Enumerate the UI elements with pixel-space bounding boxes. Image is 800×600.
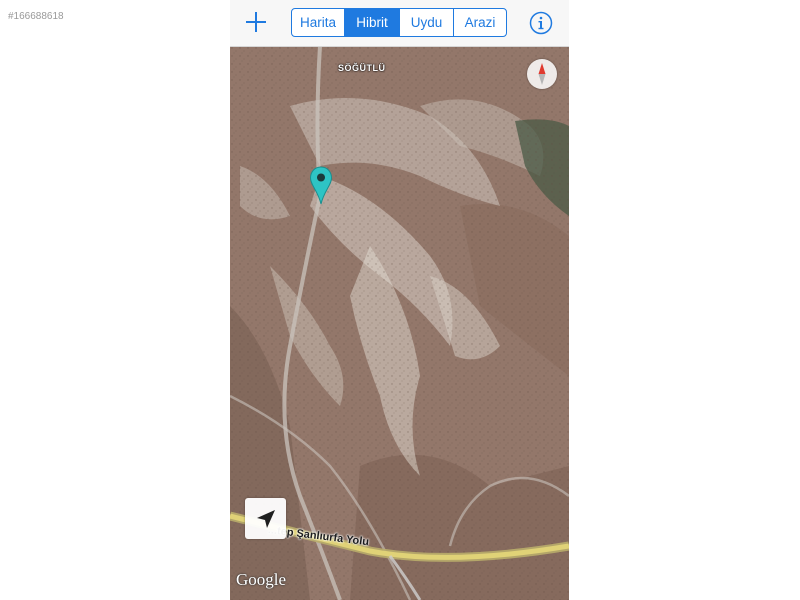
location-pin[interactable]: [309, 166, 333, 206]
add-button[interactable]: [244, 10, 268, 34]
map-type-selector: Harita Hibrit Uydu Arazi: [291, 8, 507, 37]
location-pin-icon: [309, 166, 333, 205]
compass-icon: [538, 63, 546, 85]
map-type-uydu[interactable]: Uydu: [400, 9, 454, 36]
map-type-harita[interactable]: Harita: [292, 9, 345, 36]
info-icon: [529, 11, 553, 35]
compass-button[interactable]: [527, 59, 557, 89]
location-arrow-icon: [257, 510, 275, 528]
map-type-arazi[interactable]: Arazi: [454, 9, 506, 36]
place-label: SÖĞÜTLÜ: [338, 63, 386, 73]
map-type-hibrit[interactable]: Hibrit: [345, 9, 400, 36]
info-button[interactable]: [529, 11, 553, 35]
map-toolbar: Harita Hibrit Uydu Arazi: [230, 0, 569, 47]
locate-me-button[interactable]: [245, 498, 286, 539]
listing-id: #166688618: [8, 11, 64, 22]
map-screen: Harita Hibrit Uydu Arazi SÖĞÜTLÜ ...tep …: [230, 0, 569, 600]
plus-icon: [246, 12, 266, 32]
google-attribution: Google: [236, 570, 287, 589]
satellite-map[interactable]: SÖĞÜTLÜ ...tep Şanlıurfa Yolu Google: [230, 46, 569, 600]
